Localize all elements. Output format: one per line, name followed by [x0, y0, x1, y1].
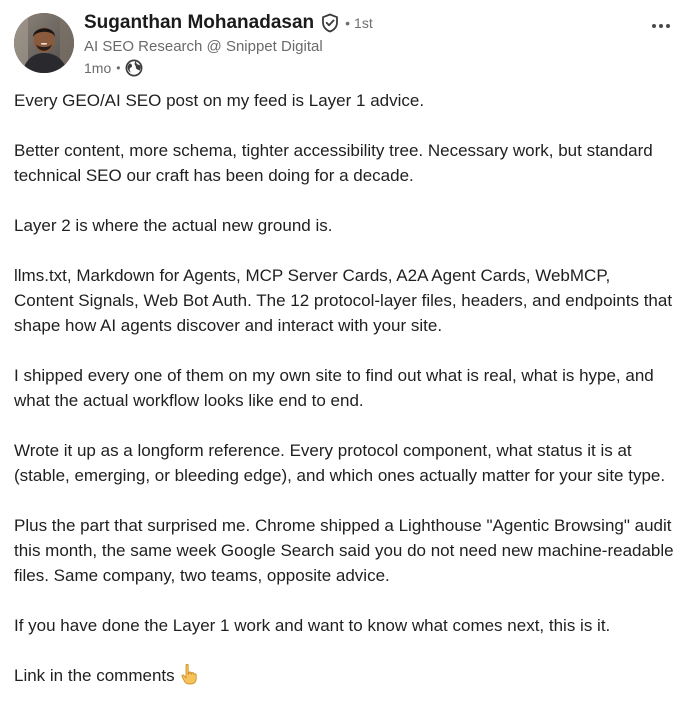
post-paragraph: I shipped every one of them on my own si… [14, 366, 654, 410]
avatar-photo [14, 13, 74, 73]
post-paragraph: Every GEO/AI SEO post on my feed is Laye… [14, 91, 425, 110]
post-body: Every GEO/AI SEO post on my feed is Laye… [14, 88, 674, 688]
author-name[interactable]: Suganthan Mohanadasan [84, 12, 314, 34]
feed-post: Suganthan Mohanadasan • 1st AI SEO Resea… [0, 0, 686, 716]
post-meta: 1mo • [84, 58, 143, 78]
post-time[interactable]: 1mo [84, 60, 111, 76]
post-paragraph-last: Link in the comments [14, 663, 674, 688]
post-paragraph: Plus the part that surprised me. Chrome … [14, 516, 674, 585]
separator-dot: • [116, 61, 121, 75]
pointing-down-hand-icon [179, 663, 199, 685]
post-paragraph: Better content, more schema, tighter acc… [14, 141, 653, 185]
more-horizontal-icon [652, 24, 670, 28]
post-paragraph: Wrote it up as a longform reference. Eve… [14, 441, 666, 485]
post-paragraph-text: Link in the comments [14, 666, 175, 685]
verified-shield-icon [321, 13, 339, 33]
connection-degree: 1st [354, 15, 373, 31]
more-options-button[interactable] [648, 16, 674, 36]
globe-icon [125, 59, 143, 77]
author-name-row: Suganthan Mohanadasan • 1st [84, 12, 373, 34]
author-headline: AI SEO Research @ Snippet Digital [84, 38, 323, 55]
post-paragraph: llms.txt, Markdown for Agents, MCP Serve… [14, 266, 673, 335]
separator-dot: • [345, 15, 351, 31]
author-avatar[interactable] [14, 13, 74, 73]
post-paragraph: Layer 2 is where the actual new ground i… [14, 216, 333, 235]
post-paragraph: If you have done the Layer 1 work and wa… [14, 616, 611, 635]
